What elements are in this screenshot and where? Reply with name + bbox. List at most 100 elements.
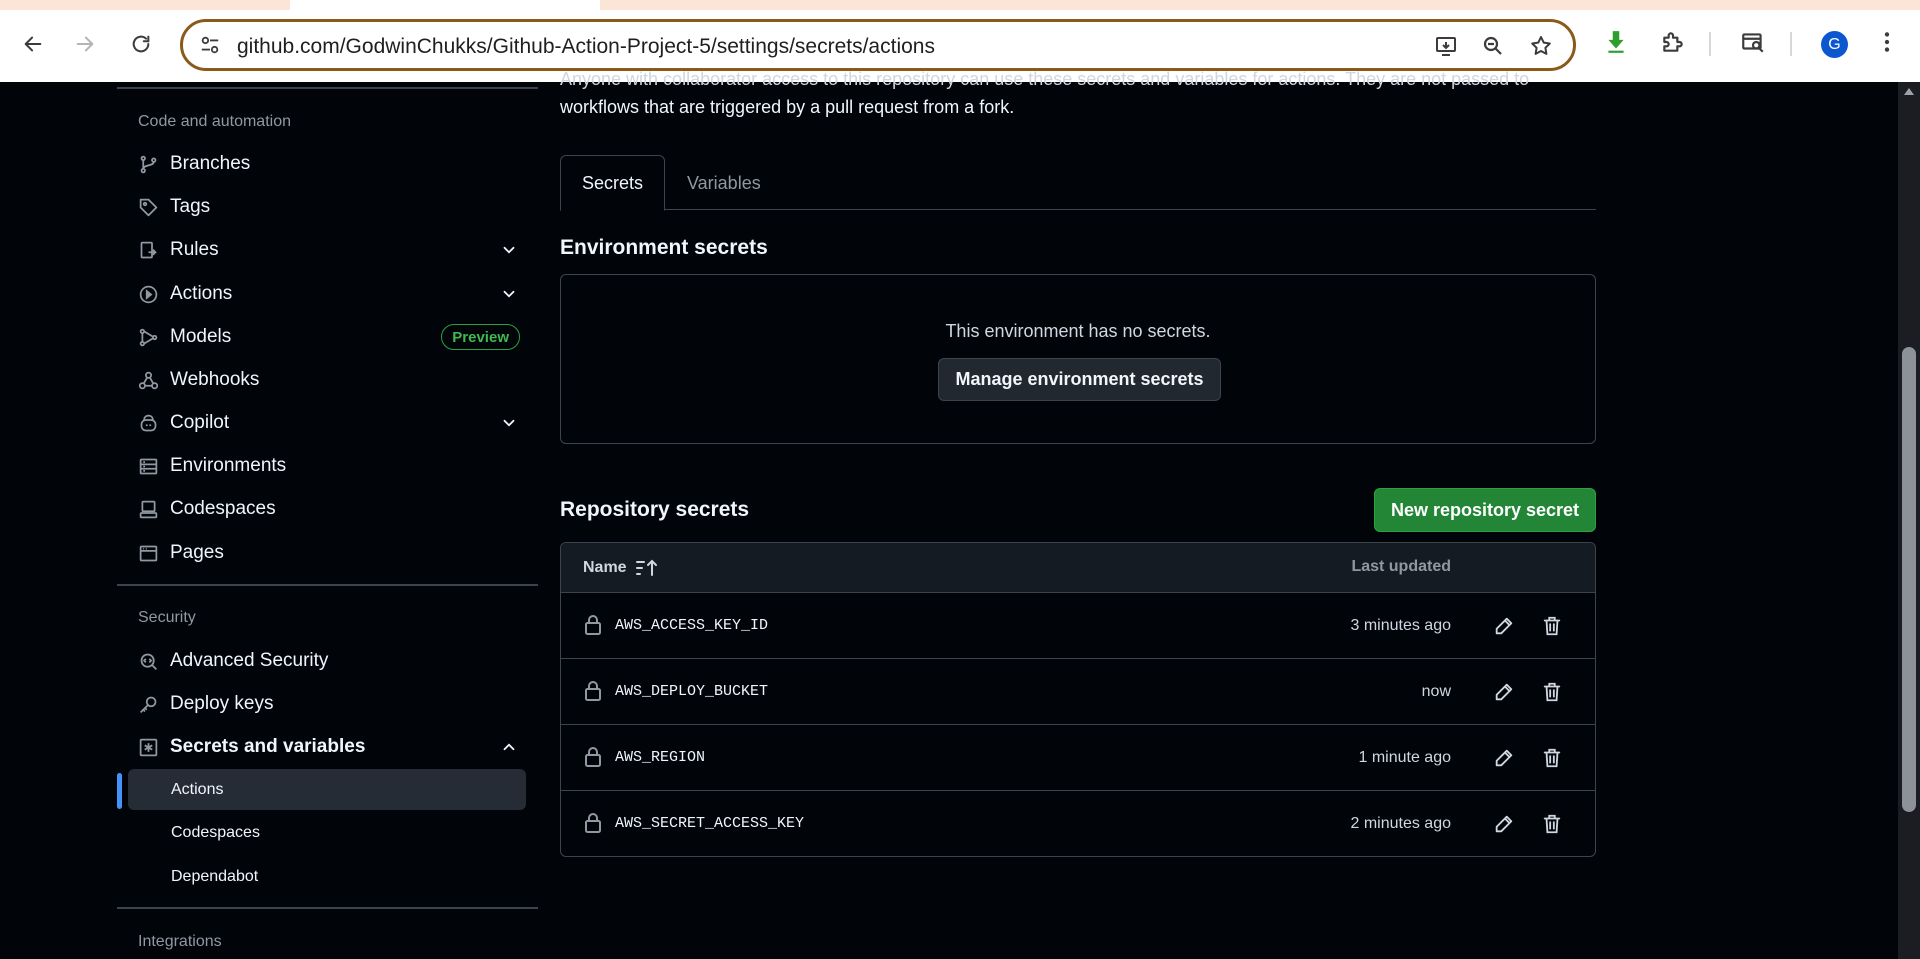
sidebar-subitem-dependabot[interactable]: Dependabot: [128, 856, 526, 897]
chevron-up-icon[interactable]: [500, 738, 518, 756]
sidebar-item-tags[interactable]: Tags: [130, 187, 530, 227]
empty-message: This environment has no secrets.: [945, 321, 1211, 341]
sidebar-item-rules[interactable]: Rules: [130, 230, 530, 270]
sidebar-item-actions[interactable]: Actions: [130, 274, 530, 314]
repository-secrets-heading: Repository secrets: [560, 498, 750, 521]
url-text[interactable]: github.com/GodwinChukks/Github-Action-Pr…: [237, 35, 935, 59]
bookmark-star-icon[interactable]: [1528, 33, 1554, 59]
secrets-variables-tabs: Secrets Variables: [560, 155, 1596, 211]
install-app-icon[interactable]: [1433, 33, 1459, 59]
tab-search-icon[interactable]: [1738, 27, 1768, 57]
lock-icon: [583, 745, 603, 769]
site-settings-icon[interactable]: [199, 34, 221, 56]
lock-icon: [583, 613, 603, 637]
pencil-icon[interactable]: [1491, 613, 1517, 639]
back-icon[interactable]: [15, 26, 51, 62]
name-column-header[interactable]: Name: [583, 558, 659, 578]
download-extension-icon[interactable]: [1601, 27, 1631, 57]
secret-last-updated: 1 minute ago: [1358, 749, 1451, 766]
sidebar-item-label: Secrets and variables: [170, 736, 366, 757]
sidebar-item-label: Branches: [170, 153, 251, 174]
sidebar-item-label: Rules: [170, 239, 219, 260]
sidebar-item-label: Advanced Security: [170, 650, 329, 671]
sort-ascending-icon[interactable]: [635, 558, 659, 578]
tab-variables[interactable]: Variables: [687, 155, 761, 211]
preview-badge: Preview: [441, 324, 520, 350]
address-bar[interactable]: github.com/GodwinChukks/Github-Action-Pr…: [180, 19, 1576, 71]
copilot-icon: [136, 411, 160, 435]
sidebar-subitem-actions[interactable]: Actions: [128, 769, 526, 810]
sidebar-item-pages[interactable]: Pages: [130, 533, 530, 573]
chevron-down-icon[interactable]: [500, 414, 518, 432]
trash-icon[interactable]: [1539, 613, 1565, 639]
manage-environment-secrets-button[interactable]: Manage environment secrets: [938, 358, 1221, 401]
trash-icon[interactable]: [1539, 811, 1565, 837]
sidebar-heading-security: Security: [138, 609, 196, 626]
trash-icon[interactable]: [1539, 745, 1565, 771]
secret-name: AWS_REGION: [615, 749, 706, 766]
sidebar-item-models[interactable]: Models Preview: [130, 317, 530, 357]
sidebar-item-copilot[interactable]: Copilot: [130, 403, 530, 443]
name-column-label: Name: [583, 559, 627, 576]
sidebar-subitem-codespaces[interactable]: Codespaces: [128, 812, 526, 853]
git-branch-icon: [136, 152, 160, 176]
table-row: AWS_REGION 1 minute ago: [561, 725, 1595, 791]
secret-name: AWS_SECRET_ACCESS_KEY: [615, 815, 805, 832]
scrollbar-thumb[interactable]: [1902, 347, 1916, 812]
browser-icon: [136, 541, 160, 565]
sidebar-item-label: Actions: [170, 283, 233, 304]
table-header: Name Last updated: [561, 543, 1595, 593]
page-scrollbar[interactable]: [1898, 82, 1920, 959]
profile-avatar[interactable]: G: [1821, 31, 1848, 58]
environment-secrets-heading: Environment secrets: [560, 236, 768, 259]
sidebar-divider: [117, 907, 538, 909]
table-row: AWS_ACCESS_KEY_ID 3 minutes ago: [561, 593, 1595, 659]
intro-line-1: Anyone with collaborator access to this …: [560, 69, 1530, 89]
secret-name: AWS_DEPLOY_BUCKET: [615, 683, 769, 700]
sidebar-item-label: Codespaces: [170, 498, 276, 519]
sidebar-heading-integrations: Integrations: [138, 933, 222, 950]
lock-icon: [583, 811, 603, 835]
tab-secrets[interactable]: Secrets: [560, 155, 665, 211]
secret-last-updated: now: [1421, 683, 1451, 700]
zoom-out-icon[interactable]: [1480, 33, 1506, 59]
server-icon: [136, 454, 160, 478]
table-row: AWS_SECRET_ACCESS_KEY 2 minutes ago: [561, 791, 1595, 856]
sidebar-item-webhooks[interactable]: Webhooks: [130, 360, 530, 400]
sidebar-item-advanced-security[interactable]: Advanced Security: [130, 641, 530, 681]
active-browser-tab[interactable]: [290, 0, 600, 10]
sidebar-item-label: Tags: [170, 196, 211, 217]
models-icon: [136, 325, 160, 349]
sidebar-item-label: Pages: [170, 542, 224, 563]
new-repository-secret-button[interactable]: New repository secret: [1374, 488, 1596, 532]
pencil-icon[interactable]: [1491, 811, 1517, 837]
main-content: Anyone with collaborator access to this …: [560, 69, 1596, 959]
chevron-down-icon[interactable]: [500, 241, 518, 259]
intro-line-2: workflows that are triggered by a pull r…: [560, 97, 1015, 117]
sidebar-item-branches[interactable]: Branches: [130, 144, 530, 184]
scroll-up-arrow-icon[interactable]: [1904, 88, 1914, 95]
toolbar-separator: [1790, 32, 1792, 56]
sidebar-item-label: Copilot: [170, 412, 230, 433]
codespaces-icon: [136, 497, 160, 521]
sidebar-item-label: Environments: [170, 455, 287, 476]
sidebar-item-codespaces[interactable]: Codespaces: [130, 489, 530, 529]
codescan-icon: [136, 649, 160, 673]
sidebar-item-label: Models: [170, 326, 232, 347]
puzzle-extensions-icon[interactable]: [1658, 27, 1688, 57]
active-indicator: [117, 773, 122, 809]
pencil-icon[interactable]: [1491, 679, 1517, 705]
sidebar-item-environments[interactable]: Environments: [130, 446, 530, 486]
environment-secrets-box: This environment has no secrets. Manage …: [560, 274, 1596, 444]
secret-last-updated: 2 minutes ago: [1350, 815, 1451, 832]
trash-icon[interactable]: [1539, 679, 1565, 705]
forward-icon[interactable]: [67, 26, 103, 62]
chevron-down-icon[interactable]: [500, 285, 518, 303]
key-icon: [136, 692, 160, 716]
more-menu-icon[interactable]: [1872, 27, 1902, 57]
sidebar-heading-code-automation: Code and automation: [138, 113, 291, 130]
reload-icon[interactable]: [123, 26, 159, 62]
pencil-icon[interactable]: [1491, 745, 1517, 771]
sidebar-item-secrets-and-variables[interactable]: Secrets and variables: [130, 727, 530, 767]
sidebar-item-deploy-keys[interactable]: Deploy keys: [130, 684, 530, 724]
